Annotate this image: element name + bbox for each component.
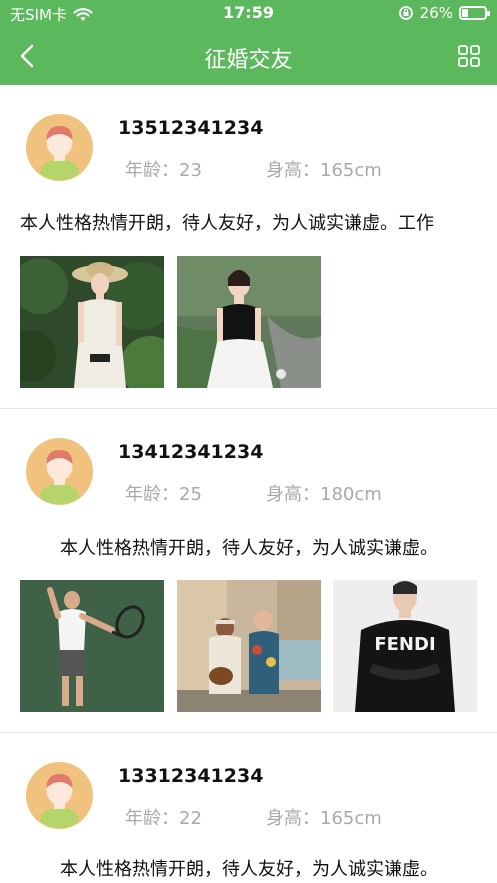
grid-icon[interactable] [457, 44, 481, 68]
profile-photo[interactable] [177, 580, 321, 712]
profile-phone: 13312341234 [118, 765, 264, 787]
profile-phone: 13412341234 [118, 441, 264, 463]
battery-percent: 26% [419, 4, 453, 22]
card-divider [0, 732, 497, 733]
height-value: 165cm [320, 160, 382, 181]
age-value: 25 [179, 484, 202, 505]
profile-phone: 13512341234 [118, 117, 264, 139]
profile-age: 年龄：22 [125, 804, 202, 830]
profile-age: 年龄：25 [125, 480, 202, 506]
height-value: 180cm [320, 484, 382, 505]
profile-age: 年龄：23 [125, 156, 202, 182]
orientation-lock-icon [398, 6, 413, 20]
card-divider [0, 408, 497, 409]
height-value: 165cm [320, 808, 382, 829]
profile-height: 身高：165cm [266, 156, 382, 182]
height-label: 身高： [266, 484, 320, 505]
profile-photo[interactable] [20, 256, 164, 388]
nav-bar: 征婚交友 [0, 28, 497, 85]
profile-description: 本人性格热情开朗，待人友好，为人诚实谦虚。 [60, 538, 438, 559]
profile-height: 身高：180cm [266, 480, 382, 506]
age-value: 23 [179, 160, 202, 181]
profile-height: 身高：165cm [266, 804, 382, 830]
page-title: 征婚交友 [204, 48, 293, 73]
age-value: 22 [179, 808, 202, 829]
status-bar: 无SIM卡 17:59 26% [0, 0, 497, 28]
age-label: 年龄： [125, 808, 179, 829]
profile-photo[interactable] [20, 580, 164, 712]
svg-text:FENDI: FENDI [374, 634, 435, 655]
battery-icon [459, 6, 490, 20]
age-label: 年龄： [125, 484, 179, 505]
age-label: 年龄： [125, 160, 179, 181]
height-label: 身高： [266, 160, 320, 181]
profile-photo[interactable]: FENDI [333, 580, 477, 712]
profile-description: 本人性格热情开朗，待人友好，为人诚实谦虚。工作 [20, 213, 434, 234]
status-right: 26% [398, 4, 490, 22]
height-label: 身高： [266, 808, 320, 829]
avatar-icon [26, 438, 93, 505]
avatar-icon [26, 114, 93, 181]
battery-level [462, 9, 468, 17]
profile-description: 本人性格热情开朗，待人友好，为人诚实谦虚。 [60, 859, 438, 880]
avatar-icon [26, 762, 93, 829]
profile-photo[interactable] [177, 256, 321, 388]
